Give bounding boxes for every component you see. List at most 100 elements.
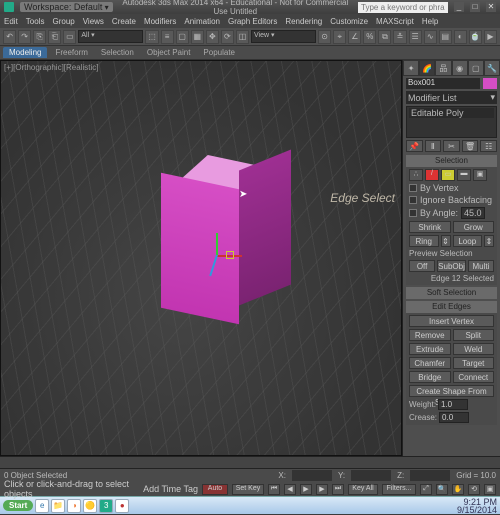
taskbar-3dsmax-icon[interactable]: 3 [99,499,113,513]
select-by-name-button[interactable]: ≡ [161,30,174,44]
maximize-viewport-button[interactable]: ▣ [484,484,496,495]
subobj-polygon-button[interactable]: ▬ [457,169,471,181]
snap-button[interactable]: ⌖ [333,30,346,44]
rotate-button[interactable]: ⟳ [221,30,234,44]
shrink-button[interactable]: Shrink [409,221,451,233]
x-coord[interactable] [292,470,332,481]
render-button[interactable]: ▶ [484,30,497,44]
gizmo-xy-plane[interactable] [226,251,234,259]
loop-spinner[interactable]: ⇕ [484,235,494,247]
menu-group[interactable]: Group [52,17,74,26]
remove-button[interactable]: Remove [409,329,451,341]
taskbar-media-icon[interactable]: ◑ [67,499,81,513]
gizmo-z-axis[interactable] [216,233,218,255]
move-button[interactable]: ✥ [206,30,219,44]
menu-customize[interactable]: Customize [330,17,368,26]
bridge-button[interactable]: Bridge [409,371,451,383]
rectangular-region-button[interactable]: ▢ [176,30,189,44]
create-shape-button[interactable]: Create Shape From Selection [409,385,494,397]
render-setup-button[interactable]: 🍵 [469,30,482,44]
z-coord[interactable] [410,470,450,481]
grow-button[interactable]: Grow [453,221,495,233]
object-color-swatch[interactable] [483,78,497,89]
workspace-dropdown[interactable]: Workspace: Default ▾ [20,2,113,12]
menu-create[interactable]: Create [112,17,136,26]
utilities-tab[interactable]: 🔧 [484,60,500,76]
select-object-button[interactable]: ⬚ [145,30,158,44]
ref-coord-dropdown[interactable]: View ▾ [251,30,316,43]
loop-button[interactable]: Loop [453,235,483,247]
key-filters-button[interactable]: Filters... [382,484,416,495]
ribbon-tab-freeform[interactable]: Freeform [50,48,92,57]
crease-spinner[interactable]: 0.0 [439,412,469,423]
make-unique-button[interactable]: ✂ [443,140,460,152]
preview-off-radio[interactable]: Off [409,260,435,272]
ring-button[interactable]: Ring [409,235,439,247]
split-button[interactable]: Split [453,329,495,341]
subobj-edge-button[interactable]: / [425,169,439,181]
undo-button[interactable]: ↶ [3,30,16,44]
remove-modifier-button[interactable]: 🗑 [462,140,479,152]
unlink-button[interactable]: ⎗ [48,30,61,44]
play-button[interactable]: ▶ [300,484,312,495]
by-angle-checkbox[interactable] [409,209,417,217]
ribbon-tab-modeling[interactable]: Modeling [3,47,47,58]
set-key-button[interactable]: Set Key [232,484,264,495]
weld-button[interactable]: Weld [453,343,495,355]
show-end-result-button[interactable]: Ⅱ [425,140,442,152]
zoom-button[interactable]: 🔍 [436,484,448,495]
by-vertex-checkbox[interactable] [409,184,417,192]
rollout-edit-edges-header[interactable]: Edit Edges [406,301,497,313]
target-weld-button[interactable]: Target Weld [453,357,495,369]
modifier-stack[interactable]: Editable Poly [406,106,497,138]
viewport[interactable]: [+][Orthographic][Realistic] ➤ Edge Sele… [0,60,402,456]
menu-maxscript[interactable]: MAXScript [376,17,414,26]
next-frame-button[interactable]: ▶ [316,484,328,495]
modify-tab[interactable]: 🌈 [419,60,435,76]
select-button[interactable]: ▭ [63,30,76,44]
rollout-selection-header[interactable]: Selection [406,155,497,167]
pivot-button[interactable]: ⊙ [318,30,331,44]
menu-views[interactable]: Views [83,17,104,26]
time-slider[interactable] [0,456,500,468]
taskbar-ie-icon[interactable]: e [35,499,49,513]
ring-spinner[interactable]: ⇕ [441,235,451,247]
start-button[interactable]: Start [3,500,33,511]
goto-start-button[interactable]: ⏮ [268,484,280,495]
subobj-element-button[interactable]: ▣ [473,169,487,181]
menu-tools[interactable]: Tools [26,17,45,26]
weight-spinner[interactable]: 1.0 [438,399,468,410]
mirror-button[interactable]: ⧉ [378,30,391,44]
menu-graph-editors[interactable]: Graph Editors [228,17,277,26]
link-button[interactable]: ⎘ [33,30,46,44]
add-time-tag[interactable]: Add Time Tag [143,484,198,494]
ribbon-tab-populate[interactable]: Populate [198,48,240,57]
prev-frame-button[interactable]: ◀ [284,484,296,495]
stack-item[interactable]: Editable Poly [409,108,494,118]
maximize-button[interactable]: □ [470,2,480,12]
display-tab[interactable]: ▢ [468,60,484,76]
help-search-input[interactable] [358,2,448,13]
auto-key-button[interactable]: Auto [202,484,228,495]
modifier-list-dropdown[interactable]: Modifier List▾ [406,91,497,104]
taskbar-chrome-icon[interactable]: 🟡 [83,499,97,513]
hierarchy-tab[interactable]: 品 [435,60,451,76]
viewport-label[interactable]: [+][Orthographic][Realistic] [4,63,98,72]
zoom-extents-button[interactable]: ⤢ [420,484,432,495]
close-button[interactable]: ✕ [486,2,496,12]
ribbon-tab-selection[interactable]: Selection [96,48,139,57]
connect-button[interactable]: Connect [453,371,495,383]
y-coord[interactable] [351,470,391,481]
object-name-field[interactable]: Box001 [406,78,480,89]
preview-subobj-radio[interactable]: SubObj [437,260,466,272]
pan-button[interactable]: ✋ [452,484,464,495]
ignore-backfacing-checkbox[interactable] [409,196,417,204]
menu-modifiers[interactable]: Modifiers [144,17,176,26]
menu-edit[interactable]: Edit [4,17,18,26]
subobj-border-button[interactable]: ▭ [441,169,455,181]
orbit-button[interactable]: ⟲ [468,484,480,495]
layers-button[interactable]: ☰ [409,30,422,44]
preview-multi-radio[interactable]: Multi [468,260,494,272]
subobj-vertex-button[interactable]: ∴ [409,169,423,181]
selection-filter-dropdown[interactable]: All ▾ [78,30,143,43]
